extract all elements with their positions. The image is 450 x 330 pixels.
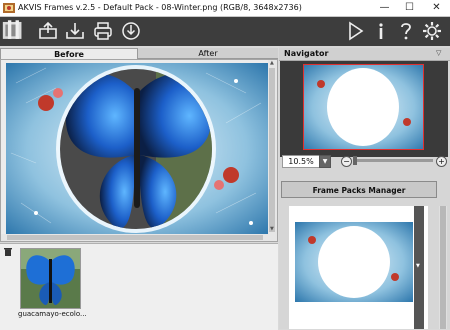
navigator-title: Navigator <box>284 49 329 58</box>
navigator-highlight-rect[interactable] <box>303 64 424 150</box>
zoom-slider-track[interactable] <box>353 159 433 162</box>
thumbnail-label: guacamayo-ecolo... <box>18 310 87 318</box>
share-icon[interactable] <box>120 20 142 42</box>
canvas-vertical-scrollbar[interactable]: ▲ ▼ <box>268 60 277 241</box>
open-icon[interactable] <box>37 20 59 42</box>
canvas-horizontal-scrollbar[interactable] <box>1 234 277 241</box>
close-button[interactable]: ✕ <box>424 0 449 16</box>
navigator-preview <box>303 64 424 150</box>
main-toolbar <box>0 17 450 46</box>
framed-photo <box>6 63 268 235</box>
print-icon[interactable] <box>92 20 114 42</box>
zoom-dropdown-button[interactable]: ▼ <box>319 155 331 168</box>
window-title: AKVIS Frames v.2.5 - Default Pack - 08-W… <box>18 3 302 12</box>
app-logo-icon <box>3 2 15 14</box>
thumbnail-image[interactable] <box>20 248 81 309</box>
maximize-button[interactable]: ☐ <box>397 0 422 16</box>
frame-preview[interactable] <box>295 222 413 302</box>
zoom-out-button[interactable]: − <box>341 156 352 167</box>
tab-after[interactable]: After <box>138 48 278 59</box>
frames-logo-icon[interactable] <box>2 19 28 44</box>
help-icon[interactable] <box>395 20 417 42</box>
zoom-input[interactable]: 10.5% <box>282 155 320 168</box>
right-panel-scrollbar[interactable] <box>439 206 447 329</box>
image-canvas[interactable]: ▲ ▼ <box>0 59 278 242</box>
zoom-in-button[interactable]: + <box>436 156 447 167</box>
settings-icon[interactable] <box>421 20 443 42</box>
info-icon[interactable] <box>370 20 392 42</box>
minimize-button[interactable]: — <box>372 0 397 16</box>
frame-pack-list <box>289 206 428 329</box>
navigator-header: Navigator ▽ <box>279 48 450 61</box>
frame-packs-manager-button[interactable]: Frame Packs Manager <box>281 181 437 198</box>
right-panel: Navigator ▽ 10.5% ▼ − + Frame Packs Mana… <box>279 46 450 329</box>
save-icon[interactable] <box>64 20 86 42</box>
frame-pack-scroll-button[interactable]: ▼ <box>414 206 424 329</box>
collapse-icon[interactable]: ▽ <box>436 49 441 57</box>
zoom-controls: 10.5% ▼ − + <box>279 154 450 168</box>
navigator-view[interactable] <box>280 61 448 157</box>
tab-before[interactable]: Before <box>0 48 138 59</box>
trash-icon[interactable] <box>4 247 12 256</box>
image-list-panel: guacamayo-ecolo... <box>0 243 278 330</box>
zoom-slider-knob[interactable] <box>353 156 357 165</box>
title-bar: AKVIS Frames v.2.5 - Default Pack - 08-W… <box>0 0 450 17</box>
run-icon[interactable] <box>344 20 366 42</box>
